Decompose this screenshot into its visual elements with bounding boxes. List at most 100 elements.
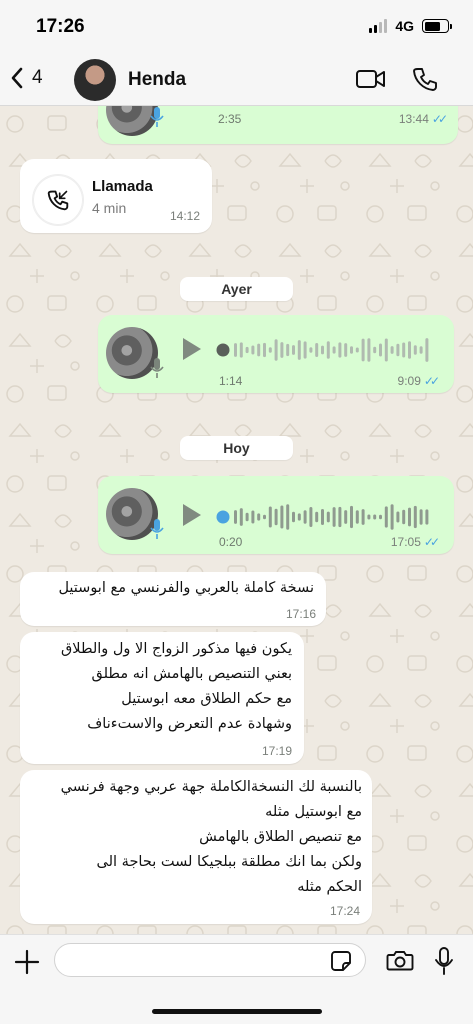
waveform-bar bbox=[413, 345, 417, 355]
time-label: 17:05 bbox=[390, 535, 421, 549]
avatar[interactable] bbox=[74, 59, 116, 101]
waveform-bar bbox=[390, 504, 394, 530]
call-title: Llamada bbox=[92, 178, 153, 195]
waveform-bar bbox=[425, 338, 429, 362]
waveform-bar bbox=[338, 342, 342, 358]
text-message-bubble[interactable]: يكون فيها مذكور الزواج الا ول والطلاق بع… bbox=[20, 632, 304, 764]
waveform-bar bbox=[286, 343, 290, 357]
waveform-bar bbox=[321, 345, 324, 355]
sticker-icon[interactable] bbox=[330, 950, 352, 972]
text-message-bubble[interactable]: نسخة كاملة بالعربي والفرنسي مع ابوستيل 1… bbox=[20, 572, 326, 626]
message-text-line: مع تنصيص الطلاق بالهامش bbox=[199, 829, 362, 845]
battery-icon bbox=[422, 19, 452, 33]
waveform-bar bbox=[286, 504, 290, 530]
video-camera-icon[interactable] bbox=[355, 66, 387, 92]
message-text-line: بعني التنصيص بالهامش انه مطلق bbox=[91, 666, 292, 682]
voice-duration: 1:14 bbox=[219, 374, 243, 388]
waveform[interactable] bbox=[216, 337, 436, 363]
call-message-bubble[interactable]: Llamada 4 min 14:12 bbox=[20, 159, 212, 233]
read-ticks-icon: ✓✓ bbox=[423, 374, 440, 388]
play-button[interactable] bbox=[183, 504, 201, 526]
waveform-bar bbox=[350, 505, 353, 529]
back-button[interactable]: 4 bbox=[10, 66, 43, 90]
waveform[interactable] bbox=[216, 503, 436, 531]
message-text-line: الحكم مثله bbox=[297, 879, 362, 895]
waveform-bar bbox=[408, 507, 411, 527]
text-message-bubble[interactable]: بالنسبة لك النسخةالكاملة جهة عربي وجهة ف… bbox=[20, 770, 372, 924]
message-text-line: ولكن بما انك مطلقة ببلجيكا لست بحاجة الى bbox=[96, 854, 362, 870]
call-duration: 4 min bbox=[92, 200, 127, 216]
waveform-bar bbox=[413, 505, 417, 529]
waveform-bar bbox=[384, 506, 388, 528]
incoming-call-icon bbox=[47, 190, 69, 211]
message-text-line: مع ابوستيل مثله bbox=[265, 804, 362, 820]
microphone-icon bbox=[150, 107, 164, 127]
voice-message-bubble[interactable]: 2:35 13:44 ✓✓ bbox=[98, 106, 458, 144]
microphone-icon[interactable] bbox=[434, 946, 454, 976]
play-button[interactable] bbox=[183, 338, 201, 360]
waveform-bar bbox=[303, 341, 307, 359]
message-time: 9:09 ✓✓ bbox=[397, 374, 441, 388]
phone-icon[interactable] bbox=[412, 66, 438, 92]
waveform-bar bbox=[425, 509, 429, 525]
waveform-bar bbox=[292, 345, 295, 355]
call-icon-circle bbox=[32, 174, 84, 226]
date-separator: Hoy bbox=[180, 436, 293, 460]
waveform-bar bbox=[402, 342, 406, 358]
chat-area[interactable]: 2:35 13:44 ✓✓ Llamada 4 min 14:12 Ayer 1… bbox=[0, 106, 473, 934]
waveform-bar bbox=[367, 514, 371, 520]
waveform-bar bbox=[402, 509, 406, 525]
waveform-bar bbox=[251, 345, 255, 355]
message-text-line: بالنسبة لك النسخةالكاملة جهة عربي وجهة ف… bbox=[60, 779, 362, 795]
waveform-bar bbox=[292, 511, 295, 523]
waveform-bar bbox=[315, 343, 319, 357]
waveform-bar bbox=[245, 346, 249, 354]
waveform-bar bbox=[245, 512, 249, 522]
waveform-bar bbox=[379, 514, 382, 520]
message-text-line: وشهادة عدم التعرض والاستءناف bbox=[87, 716, 292, 732]
network-type: 4G bbox=[395, 18, 414, 34]
message-text-line: يكون فيها مذكور الزواج الا ول والطلاق bbox=[61, 641, 292, 657]
waveform-bar bbox=[344, 343, 348, 357]
waveform-bar bbox=[257, 343, 261, 357]
message-input[interactable] bbox=[54, 943, 366, 977]
waveform-bar bbox=[257, 513, 261, 521]
waveform-bar bbox=[373, 346, 377, 354]
waveform-bar bbox=[355, 347, 359, 353]
waveform-bar bbox=[361, 509, 365, 525]
waveform-bar bbox=[321, 509, 324, 525]
waveform-bar bbox=[326, 341, 330, 359]
contact-name[interactable]: Henda bbox=[128, 69, 186, 91]
status-bar: 17:26 4G bbox=[0, 0, 473, 54]
status-time: 17:26 bbox=[36, 16, 85, 37]
time-label: 13:44 bbox=[398, 112, 429, 126]
waveform-bar bbox=[303, 510, 307, 524]
waveform-bar bbox=[419, 346, 423, 354]
waveform-bar bbox=[234, 343, 237, 357]
time-label: 9:09 bbox=[397, 374, 421, 388]
waveform-bar bbox=[373, 514, 377, 520]
voice-message-bubble[interactable]: 0:20 17:05 ✓✓ bbox=[98, 476, 454, 554]
waveform-bar bbox=[344, 510, 348, 524]
waveform-bar bbox=[350, 346, 353, 354]
waveform-bar bbox=[263, 342, 266, 358]
waveform-bar bbox=[251, 510, 255, 524]
waveform-bar bbox=[263, 514, 266, 520]
microphone-icon bbox=[150, 358, 164, 378]
waveform-bar bbox=[326, 511, 330, 523]
message-time: 17:05 ✓✓ bbox=[390, 535, 440, 549]
message-time: 13:44 ✓✓ bbox=[398, 112, 448, 126]
waveform-bar bbox=[379, 343, 382, 357]
waveform-bar bbox=[315, 511, 319, 523]
unread-count: 4 bbox=[32, 67, 43, 88]
waveform-bar bbox=[332, 507, 336, 527]
waveform-bar bbox=[419, 509, 423, 525]
plus-icon[interactable] bbox=[14, 949, 40, 975]
read-ticks-icon: ✓✓ bbox=[423, 535, 440, 549]
waveform-bar bbox=[396, 511, 400, 523]
signal-icon bbox=[369, 19, 388, 33]
camera-icon[interactable] bbox=[386, 948, 414, 972]
waveform-bar bbox=[274, 339, 278, 361]
waveform-bar bbox=[361, 338, 365, 362]
voice-message-bubble[interactable]: 1:14 9:09 ✓✓ bbox=[98, 315, 454, 393]
